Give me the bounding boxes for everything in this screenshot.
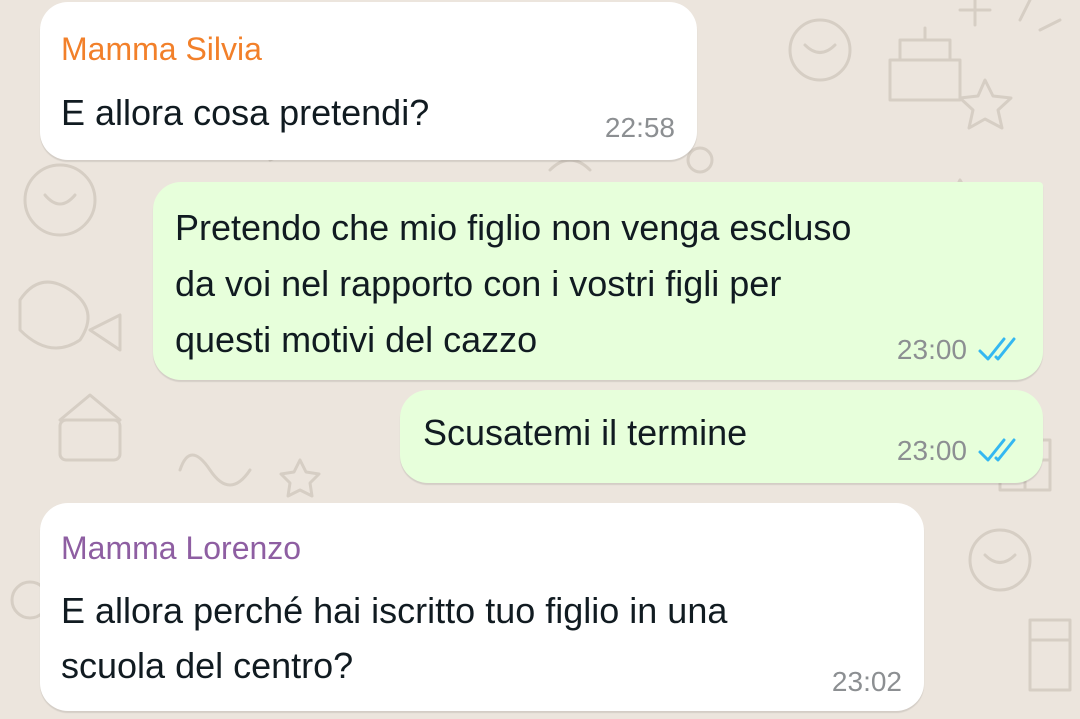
message-text-line: questi motivi del cazzo xyxy=(175,319,538,360)
message-meta: 23:00 xyxy=(897,434,1019,468)
message-time: 23:00 xyxy=(896,334,967,365)
message-bubble-outgoing[interactable]: Scusatemi il termine 23:00 xyxy=(400,390,1043,483)
message-text-line: E allora perché hai iscritto tuo figlio … xyxy=(61,590,728,631)
sender-name[interactable]: Mamma Lorenzo xyxy=(61,528,301,568)
message-text-line: da voi nel rapporto con i vostri figli p… xyxy=(175,263,782,304)
message-time: 23:00 xyxy=(896,435,967,466)
message-text-line: scuola del centro? xyxy=(61,645,354,686)
message-time: 23:02 xyxy=(831,666,902,697)
message-meta: 23:00 xyxy=(897,333,1019,367)
message-text: Scusatemi il termine xyxy=(423,412,748,453)
message-meta: 22:58 xyxy=(605,111,675,145)
message-meta: 23:02 xyxy=(832,665,902,699)
message-text-line: Pretendo che mio figlio non venga esclus… xyxy=(175,207,852,248)
message-time: 22:58 xyxy=(604,112,675,143)
message-bubble-outgoing[interactable]: Pretendo che mio figlio non venga esclus… xyxy=(153,182,1043,380)
sender-name[interactable]: Mamma Silvia xyxy=(61,29,262,69)
double-check-read-icon xyxy=(978,438,1016,462)
message-text: E allora cosa pretendi? xyxy=(61,92,430,133)
double-check-read-icon xyxy=(978,337,1016,361)
message-bubble-incoming[interactable]: Mamma Silvia E allora cosa pretendi? 22:… xyxy=(40,2,697,160)
message-bubble-incoming[interactable]: Mamma Lorenzo E allora perché hai iscrit… xyxy=(40,503,924,711)
